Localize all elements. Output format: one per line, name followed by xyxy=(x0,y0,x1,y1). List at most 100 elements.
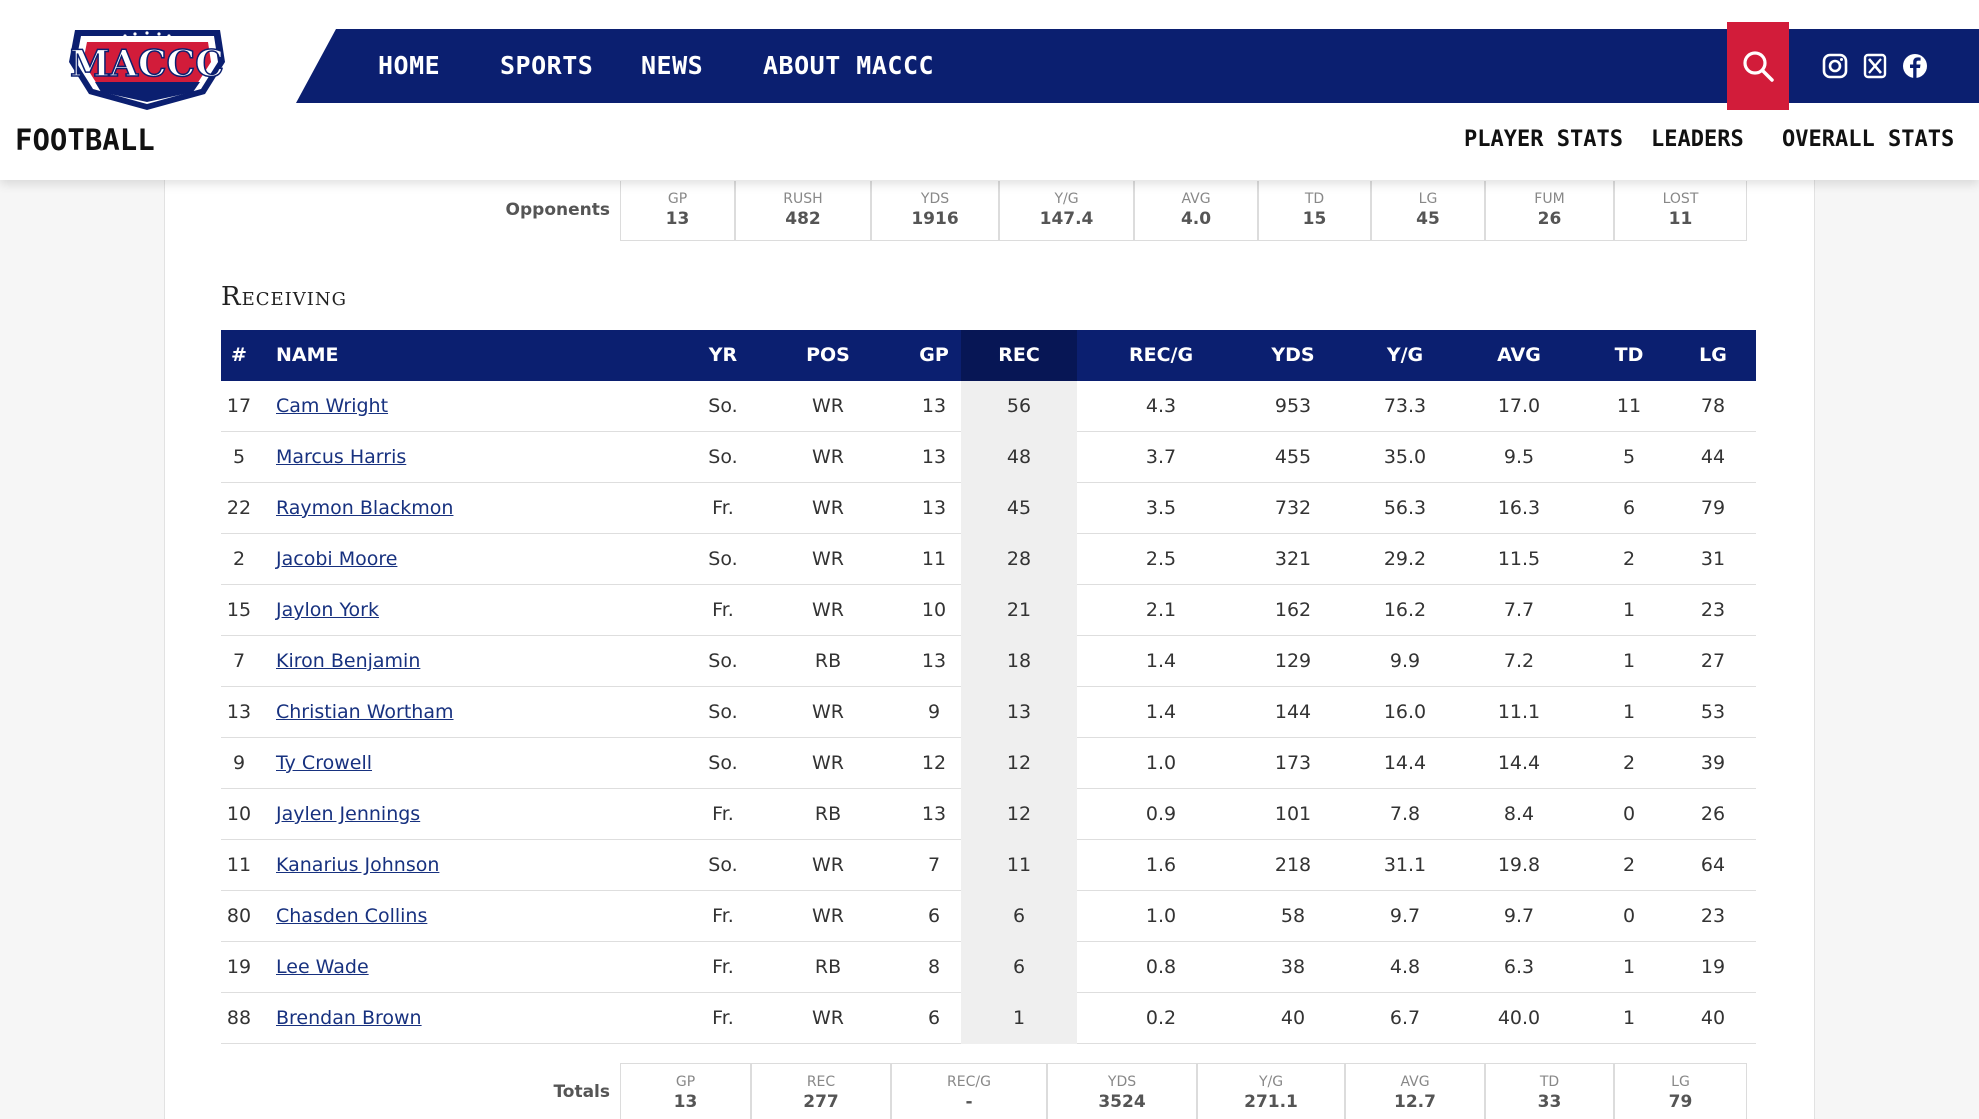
subnav-player-stats[interactable]: PLAYER STATS xyxy=(1464,127,1623,152)
cell-yards: 173 xyxy=(1274,752,1312,774)
cell-number: 9 xyxy=(232,752,246,774)
player-name-link[interactable]: Chasden Collins xyxy=(276,905,427,927)
opponents-summary-cell-header: Y/G xyxy=(1054,191,1079,207)
opponents-summary-cell: AVG 4.0 xyxy=(1134,181,1258,241)
cell-rec-per-game: 1.6 xyxy=(1145,854,1177,876)
col-header-yards-per-game[interactable]: Y/G xyxy=(1345,330,1465,381)
player-name-link[interactable]: Cam Wright xyxy=(276,395,388,417)
table-row: 5 Marcus Harris So. WR 13 48 3.7 455 35.0 9.5 5 44 xyxy=(221,432,1756,483)
cell-long: 27 xyxy=(1700,650,1726,672)
opponents-summary-cell-header: RUSH xyxy=(783,191,823,207)
totals-summary-cell-header: Y/G xyxy=(1258,1074,1284,1090)
cell-average: 40.0 xyxy=(1497,1007,1541,1029)
cell-receptions: 6 xyxy=(1012,956,1026,978)
player-name-link[interactable]: Jacobi Moore xyxy=(276,548,397,570)
cell-yards: 129 xyxy=(1274,650,1312,672)
col-header-position[interactable]: POS xyxy=(778,330,878,381)
cell-yards-per-game: 35.0 xyxy=(1383,446,1427,468)
cell-yards-per-game: 9.9 xyxy=(1389,650,1421,672)
totals-summary-cell-header: REC xyxy=(806,1074,836,1090)
player-name-cell: Christian Wortham xyxy=(276,687,656,737)
cell-average: 9.7 xyxy=(1503,905,1535,927)
opponents-summary-cell: LG 45 xyxy=(1371,181,1485,241)
cell-yards: 321 xyxy=(1274,548,1312,570)
x-twitter-icon[interactable] xyxy=(1861,52,1889,80)
col-header-average[interactable]: AVG xyxy=(1459,330,1579,381)
opponents-summary-cell-header: TD xyxy=(1304,191,1325,207)
cell-number: 17 xyxy=(226,395,252,417)
player-name-link[interactable]: Lee Wade xyxy=(276,956,369,978)
player-name-link[interactable]: Jaylon York xyxy=(276,599,379,621)
totals-summary-cell-header: GP xyxy=(675,1074,696,1090)
nav-about[interactable]: ABOUT MACCC xyxy=(763,29,934,103)
cell-receptions: 1 xyxy=(1012,1007,1026,1029)
col-header-name[interactable]: NAME xyxy=(276,330,656,381)
cell-long: 64 xyxy=(1700,854,1726,876)
opponents-summary-cell-value: 13 xyxy=(665,209,690,229)
opponents-summary-cell-header: GP xyxy=(667,191,688,207)
cell-yards-per-game: 31.1 xyxy=(1383,854,1427,876)
subnav-overall-stats[interactable]: OVERALL STATS xyxy=(1782,127,1954,152)
table-row: 11 Kanarius Johnson So. WR 7 11 1.6 218 31.1 19.8… xyxy=(221,840,1756,891)
opponents-summary-cell-value: 4.0 xyxy=(1180,209,1212,229)
player-name-cell: Cam Wright xyxy=(276,381,656,431)
player-name-link[interactable]: Raymon Blackmon xyxy=(276,497,453,519)
col-header-receptions[interactable]: REC xyxy=(961,330,1077,381)
instagram-icon[interactable] xyxy=(1821,52,1849,80)
col-header-number[interactable]: # xyxy=(221,330,257,381)
opponents-label: Opponents xyxy=(505,200,610,220)
player-name-link[interactable]: Marcus Harris xyxy=(276,446,406,468)
player-name-link[interactable]: Kiron Benjamin xyxy=(276,650,420,672)
cell-number: 19 xyxy=(226,956,252,978)
cell-average: 11.1 xyxy=(1497,701,1541,723)
facebook-icon[interactable] xyxy=(1901,52,1929,80)
nav-home[interactable]: HOME xyxy=(378,29,440,103)
opponents-summary-cell-value: 147.4 xyxy=(1039,209,1094,229)
player-name-link[interactable]: Christian Wortham xyxy=(276,701,454,723)
cell-position: RB xyxy=(814,803,842,825)
nav-sports[interactable]: SPORTS xyxy=(500,29,593,103)
cell-long: 79 xyxy=(1700,497,1726,519)
maccc-logo[interactable]: MACCC xyxy=(55,22,240,112)
col-header-long[interactable]: LG xyxy=(1673,330,1753,381)
cell-average: 11.5 xyxy=(1497,548,1541,570)
cell-number: 11 xyxy=(226,854,252,876)
cell-position: WR xyxy=(812,395,844,417)
col-header-touchdowns[interactable]: TD xyxy=(1589,330,1669,381)
player-name-cell: Kanarius Johnson xyxy=(276,840,656,890)
cell-long: 39 xyxy=(1700,752,1726,774)
nav-news[interactable]: NEWS xyxy=(641,29,703,103)
opponents-summary-cell-header: YDS xyxy=(920,191,950,207)
cell-touchdowns: 5 xyxy=(1622,446,1636,468)
col-header-rec-per-game[interactable]: REC/G xyxy=(1101,330,1221,381)
cell-receptions: 12 xyxy=(1006,803,1032,825)
opponents-summary-cell: LOST 11 xyxy=(1614,181,1747,241)
player-name-link[interactable]: Brendan Brown xyxy=(276,1007,422,1029)
player-name-link[interactable]: Ty Crowell xyxy=(276,752,372,774)
cell-year: Fr. xyxy=(712,803,734,825)
col-header-yards[interactable]: YDS xyxy=(1233,330,1353,381)
cell-long: 23 xyxy=(1700,599,1726,621)
player-name-link[interactable]: Jaylen Jennings xyxy=(276,803,420,825)
cell-receptions: 18 xyxy=(1006,650,1032,672)
totals-summary-cell: TD 33 xyxy=(1485,1063,1614,1119)
subnav-leaders[interactable]: LEADERS xyxy=(1651,127,1744,152)
cell-long: 19 xyxy=(1700,956,1726,978)
player-name-link[interactable]: Kanarius Johnson xyxy=(276,854,439,876)
cell-rec-per-game: 3.7 xyxy=(1145,446,1177,468)
cell-average: 16.3 xyxy=(1497,497,1541,519)
cell-yards-per-game: 4.8 xyxy=(1389,956,1421,978)
cell-rec-per-game: 1.0 xyxy=(1145,905,1177,927)
cell-position: WR xyxy=(812,854,844,876)
cell-receptions: 21 xyxy=(1006,599,1032,621)
cell-number: 5 xyxy=(232,446,246,468)
totals-summary-cell: AVG 12.7 xyxy=(1345,1063,1485,1119)
search-button[interactable] xyxy=(1727,22,1789,110)
table-row: 2 Jacobi Moore So. WR 11 28 2.5 321 29.2 11.5 2 31 xyxy=(221,534,1756,585)
cell-year: So. xyxy=(708,701,738,723)
cell-year: So. xyxy=(708,752,738,774)
opponents-summary-cell-value: 15 xyxy=(1302,209,1327,229)
search-icon xyxy=(1743,51,1774,82)
col-header-year[interactable]: YR xyxy=(673,330,773,381)
opponents-summary-cell-value: 482 xyxy=(785,209,821,229)
